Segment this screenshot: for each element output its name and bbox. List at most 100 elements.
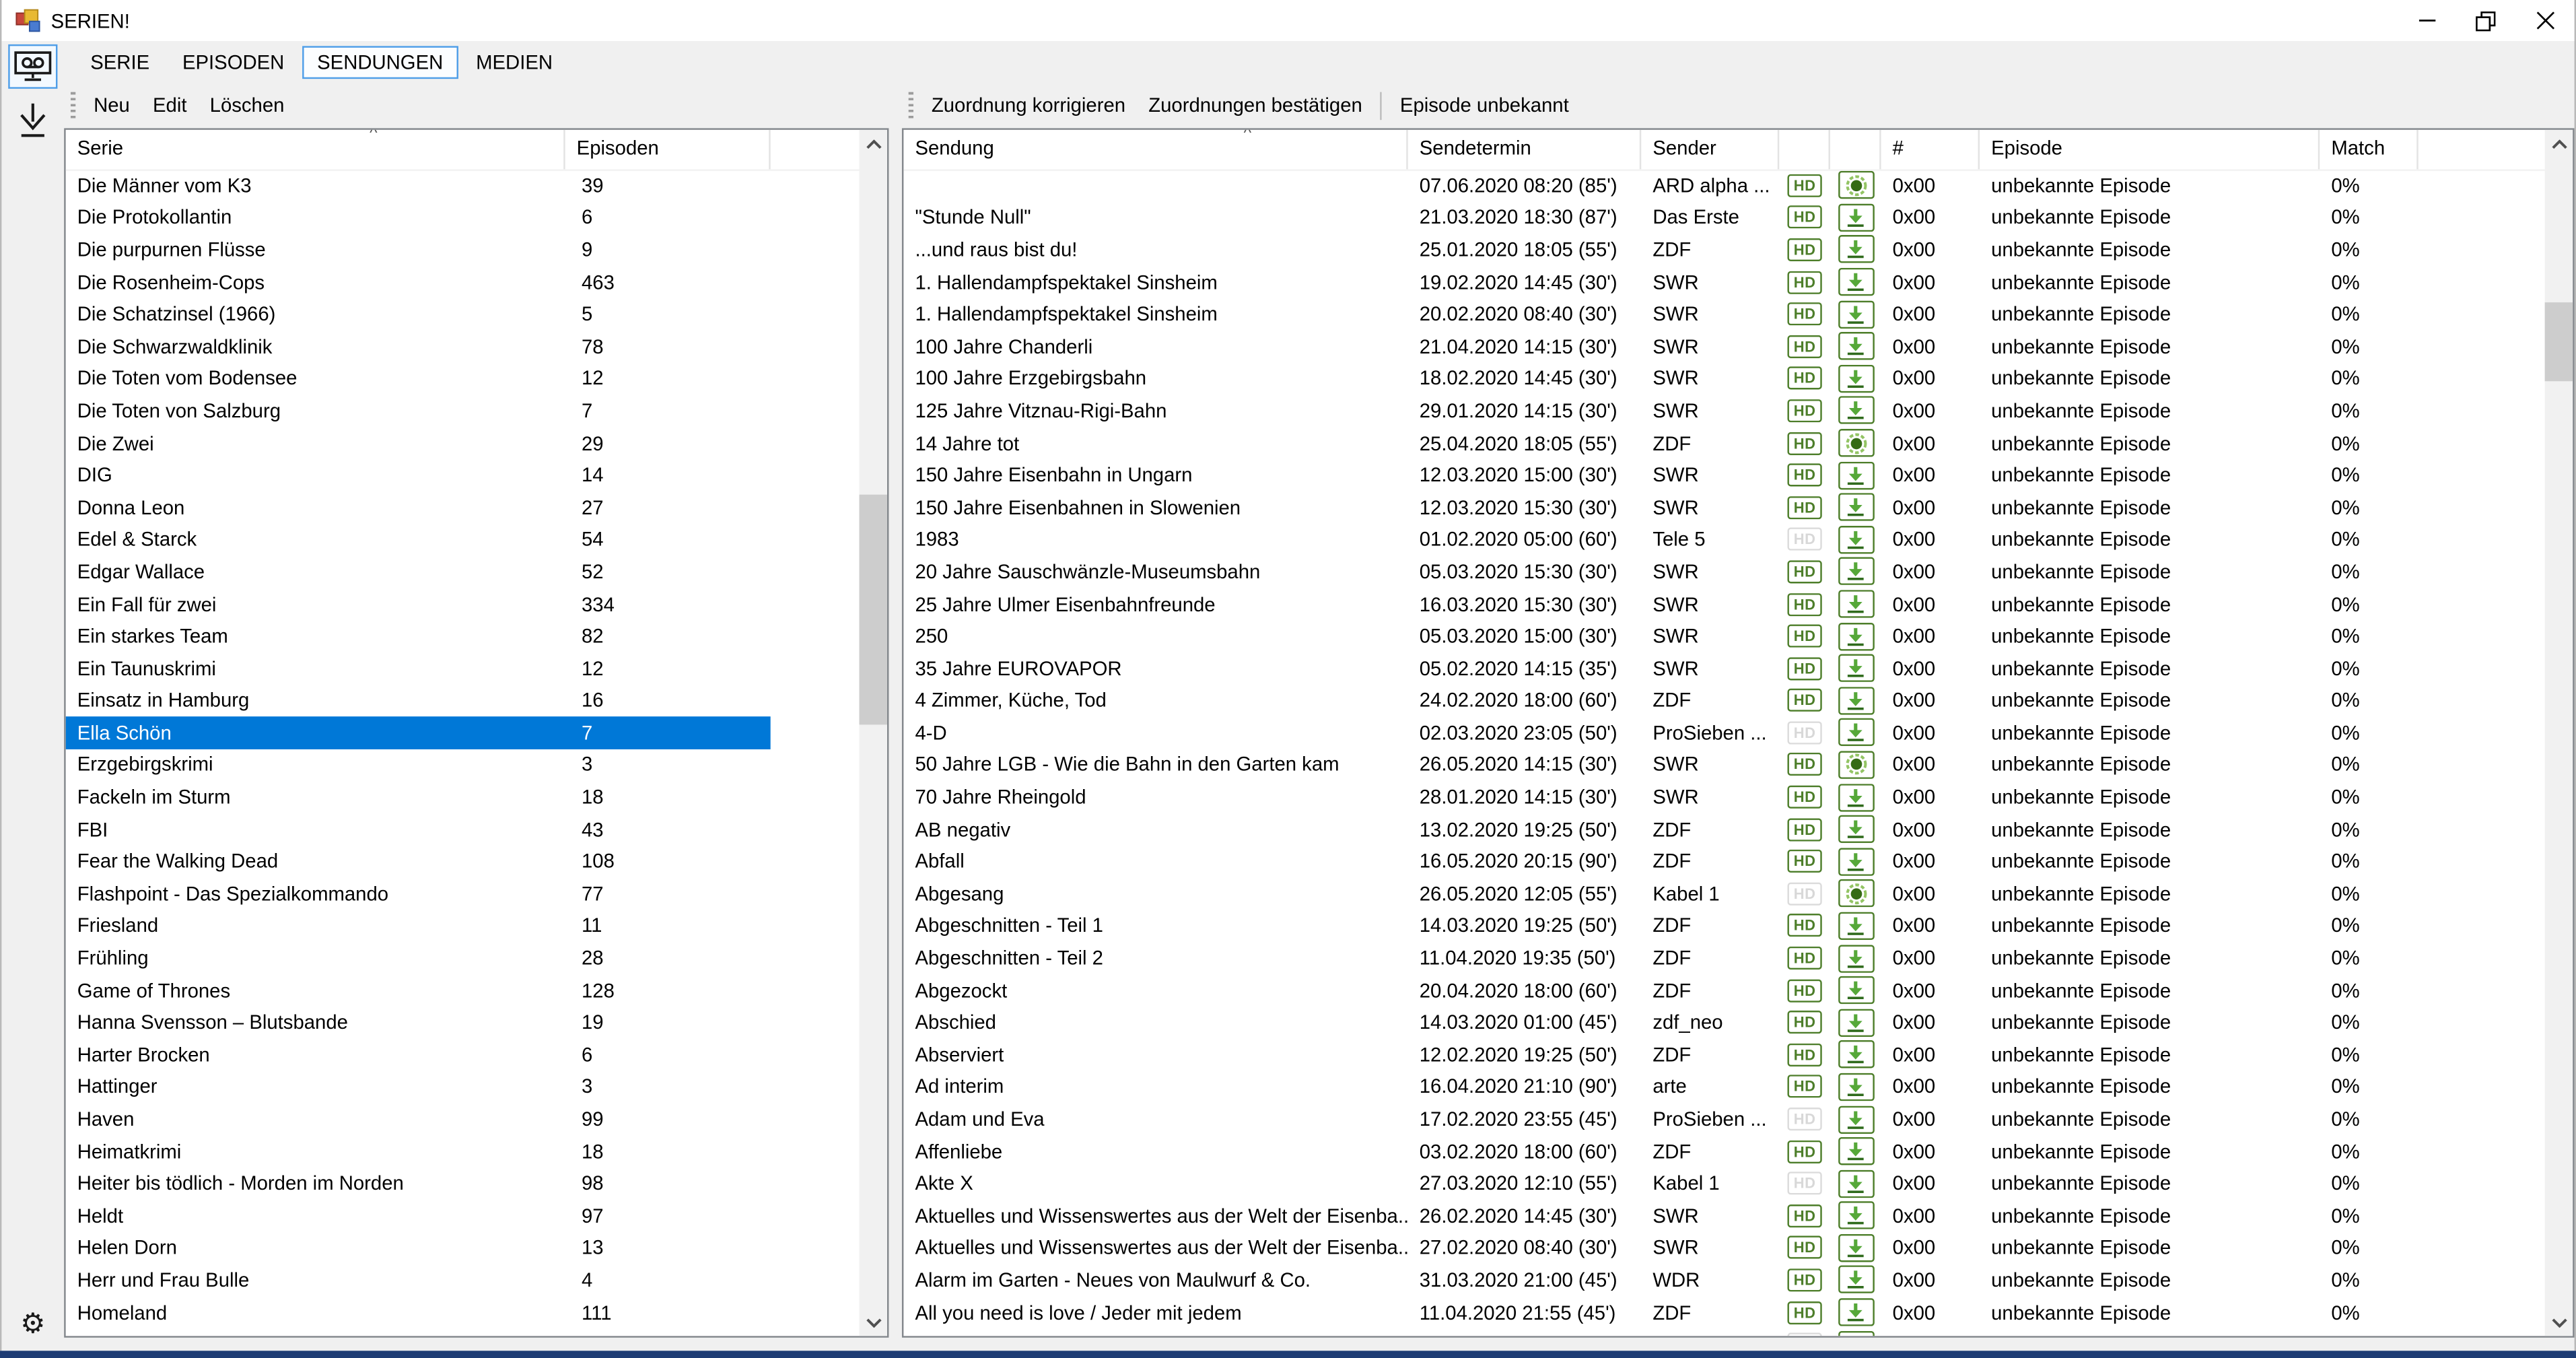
column-header-number[interactable]: # bbox=[1881, 130, 1980, 170]
column-header-match[interactable]: Match bbox=[2320, 130, 2418, 170]
broadcast-row[interactable]: 14 Jahre tot25.04.2020 18:05 (55')ZDFHD0… bbox=[903, 427, 2544, 459]
series-row[interactable]: Homeland111 bbox=[66, 1296, 771, 1328]
broadcast-row[interactable]: 125 Jahre Vitznau-Rigi-Bahn29.01.2020 14… bbox=[903, 395, 2544, 427]
broadcast-row[interactable]: 4-D02.03.2020 23:05 (50')ProSieben ...HD… bbox=[903, 716, 2544, 749]
series-row[interactable]: Die Protokollantin6 bbox=[66, 201, 771, 234]
broadcast-row[interactable]: 100 Jahre Chanderli21.04.2020 14:15 (30'… bbox=[903, 331, 2544, 363]
scroll-up-button[interactable] bbox=[2545, 130, 2573, 158]
scroll-up-button[interactable] bbox=[859, 130, 886, 158]
broadcast-row[interactable]: 150 Jahre Eisenbahnen in Slowenien12.03.… bbox=[903, 491, 2544, 524]
series-row[interactable]: Fear the Walking Dead108 bbox=[66, 846, 771, 878]
series-row[interactable]: Fackeln im Sturm18 bbox=[66, 781, 771, 813]
broadcast-row[interactable]: 35 Jahre EUROVAPOR05.02.2020 14:15 (35')… bbox=[903, 652, 2544, 685]
scrollbar-thumb[interactable] bbox=[859, 495, 886, 725]
loeschen-button[interactable]: Löschen bbox=[199, 87, 296, 123]
broadcast-row[interactable]: Akte X27.03.2020 12:10 (55')Kabel 1HD0x0… bbox=[903, 1167, 2544, 1200]
broadcast-row[interactable]: Alarm im Garten - Neues von Maulwurf & C… bbox=[903, 1264, 2544, 1296]
broadcast-row[interactable]: 100 Jahre Erzgebirgsbahn18.02.2020 14:45… bbox=[903, 362, 2544, 395]
series-row[interactable]: Heldt97 bbox=[66, 1200, 771, 1232]
series-row[interactable]: Ein starkes Team82 bbox=[66, 620, 771, 652]
series-row[interactable]: Honigfrauen5 bbox=[66, 1328, 771, 1336]
broadcast-row[interactable]: 50 Jahre LGB - Wie die Bahn in den Garte… bbox=[903, 749, 2544, 781]
broadcast-row[interactable]: 25005.03.2020 15:00 (30')SWRHD0x00unbeka… bbox=[903, 620, 2544, 652]
series-row[interactable]: Ein Fall für zwei334 bbox=[66, 588, 771, 620]
broadcast-row[interactable]: 150 Jahre Eisenbahn in Ungarn12.03.2020 … bbox=[903, 459, 2544, 491]
series-row[interactable]: Friesland11 bbox=[66, 910, 771, 942]
series-row[interactable]: Edel & Starck54 bbox=[66, 523, 771, 555]
broadcast-row[interactable]: Abgezockt20.04.2020 18:00 (60')ZDFHD0x00… bbox=[903, 974, 2544, 1007]
series-row[interactable]: Hattinger3 bbox=[66, 1071, 771, 1103]
series-row[interactable]: Die Toten vom Bodensee12 bbox=[66, 362, 771, 395]
sidebar-download-button[interactable] bbox=[8, 98, 57, 143]
broadcast-row[interactable]: 198301.02.2020 05:00 (60')Tele 5HD0x00un… bbox=[903, 523, 2544, 555]
series-row[interactable]: Herr und Frau Bulle4 bbox=[66, 1264, 771, 1296]
broadcast-row[interactable]: Abschied14.03.2020 01:00 (45')zdf_neoHD0… bbox=[903, 1007, 2544, 1039]
broadcast-row[interactable]: Abgeschnitten - Teil 114.03.2020 19:25 (… bbox=[903, 910, 2544, 942]
series-row[interactable]: Ella Schön7 bbox=[66, 716, 771, 749]
series-row[interactable]: Die Schwarzwaldklinik78 bbox=[66, 331, 771, 363]
series-row[interactable]: Heimatkrimi18 bbox=[66, 1135, 771, 1167]
scrollbar-thumb[interactable] bbox=[2545, 302, 2573, 381]
series-row[interactable]: Die purpurnen Flüsse9 bbox=[66, 234, 771, 266]
broadcast-row[interactable]: Aktuelles und Wissenswertes aus der Welt… bbox=[903, 1200, 2544, 1232]
column-header-sendetermin[interactable]: Sendetermin bbox=[1408, 130, 1642, 170]
series-row[interactable]: Die Rosenheim-Cops463 bbox=[66, 266, 771, 298]
episode-unbekannt-button[interactable]: Episode unbekannt bbox=[1389, 87, 1580, 123]
broadcast-row[interactable]: Aktuelles und Wissenswertes aus der Welt… bbox=[903, 1232, 2544, 1264]
series-row[interactable]: Hanna Svensson – Blutsbande19 bbox=[66, 1007, 771, 1039]
broadcast-row[interactable]: Abgeschnitten - Teil 211.04.2020 19:35 (… bbox=[903, 942, 2544, 974]
broadcast-row[interactable]: 1. Hallendampfspektakel Sinsheim19.02.20… bbox=[903, 266, 2544, 298]
toolstrip-grip-icon[interactable] bbox=[71, 92, 75, 118]
series-row[interactable]: Ein Taunuskrimi12 bbox=[66, 652, 771, 685]
broadcast-row[interactable]: 07.06.2020 08:20 (85')ARD alpha ...HD0x0… bbox=[903, 169, 2544, 201]
broadcasts-scrollbar[interactable] bbox=[2545, 130, 2573, 1336]
broadcast-row[interactable]: ...und raus bist du!25.01.2020 18:05 (55… bbox=[903, 234, 2544, 266]
column-header-serie[interactable]: Serie bbox=[66, 130, 565, 170]
menu-sendungen[interactable]: SENDUNGEN bbox=[302, 45, 458, 78]
neu-button[interactable]: Neu bbox=[82, 87, 141, 123]
series-row[interactable]: Die Schatzinsel (1966)5 bbox=[66, 298, 771, 331]
toolstrip-grip-icon[interactable] bbox=[909, 92, 913, 118]
broadcast-row[interactable]: Abfall16.05.2020 20:15 (90')ZDFHD0x00unb… bbox=[903, 846, 2544, 878]
series-row[interactable]: Die Toten von Salzburg7 bbox=[66, 395, 771, 427]
minimize-button[interactable] bbox=[2397, 0, 2456, 41]
column-header-hd[interactable] bbox=[1779, 130, 1830, 170]
column-header-sendung[interactable]: Sendung bbox=[903, 130, 1407, 170]
series-row[interactable]: Flashpoint - Das Spezialkommando77 bbox=[66, 877, 771, 910]
series-row[interactable]: Die Männer vom K339 bbox=[66, 169, 771, 201]
menu-episoden[interactable]: EPISODEN bbox=[168, 45, 299, 78]
broadcast-row[interactable]: Alle Rechte bei Joe Paxton25.01.2020 05:… bbox=[903, 1328, 2544, 1336]
broadcast-row[interactable]: Ad interim16.04.2020 21:10 (90')arteHD0x… bbox=[903, 1071, 2544, 1103]
series-scrollbar[interactable] bbox=[859, 130, 886, 1336]
menu-serie[interactable]: SERIE bbox=[75, 45, 164, 78]
series-row[interactable]: FBI43 bbox=[66, 813, 771, 846]
settings-button[interactable]: ⚙ bbox=[20, 1310, 45, 1337]
restore-button[interactable] bbox=[2456, 0, 2515, 41]
column-header-episode[interactable]: Episode bbox=[1980, 130, 2320, 170]
zuordnung-korrigieren-button[interactable]: Zuordnung korrigieren bbox=[920, 87, 1137, 123]
broadcast-row[interactable]: All you need is love / Jeder mit jedem11… bbox=[903, 1296, 2544, 1328]
series-row[interactable]: Game of Thrones128 bbox=[66, 974, 771, 1007]
series-row[interactable]: Donna Leon27 bbox=[66, 491, 771, 524]
broadcast-row[interactable]: 1. Hallendampfspektakel Sinsheim20.02.20… bbox=[903, 298, 2544, 331]
series-row[interactable]: Frühling28 bbox=[66, 942, 771, 974]
broadcast-row[interactable]: "Stunde Null"21.03.2020 18:30 (87')Das E… bbox=[903, 201, 2544, 234]
column-header-action[interactable] bbox=[1830, 130, 1881, 170]
broadcast-row[interactable]: AB negativ13.02.2020 19:25 (50')ZDFHD0x0… bbox=[903, 813, 2544, 846]
series-row[interactable]: Haven99 bbox=[66, 1103, 771, 1135]
series-row[interactable]: Erzgebirgskrimi3 bbox=[66, 749, 771, 781]
scroll-down-button[interactable] bbox=[2545, 1308, 2573, 1336]
menu-medien[interactable]: MEDIEN bbox=[461, 45, 567, 78]
zuordnungen-bestaetigen-button[interactable]: Zuordnungen bestätigen bbox=[1137, 87, 1374, 123]
sidebar-recordings-button[interactable] bbox=[8, 44, 57, 89]
edit-button[interactable]: Edit bbox=[141, 87, 199, 123]
broadcast-row[interactable]: Abserviert12.02.2020 19:25 (50')ZDFHD0x0… bbox=[903, 1039, 2544, 1071]
broadcast-row[interactable]: Abgesang26.05.2020 12:05 (55')Kabel 1HD0… bbox=[903, 877, 2544, 910]
column-header-episoden[interactable]: Episoden bbox=[565, 130, 771, 170]
broadcast-row[interactable]: 70 Jahre Rheingold28.01.2020 14:15 (30')… bbox=[903, 781, 2544, 813]
series-row[interactable]: Edgar Wallace52 bbox=[66, 555, 771, 588]
broadcast-row[interactable]: Adam und Eva17.02.2020 23:55 (45')ProSie… bbox=[903, 1103, 2544, 1135]
series-row[interactable]: Heiter bis tödlich - Morden im Norden98 bbox=[66, 1167, 771, 1200]
column-header-sender[interactable]: Sender bbox=[1641, 130, 1779, 170]
series-row[interactable]: Harter Brocken6 bbox=[66, 1039, 771, 1071]
